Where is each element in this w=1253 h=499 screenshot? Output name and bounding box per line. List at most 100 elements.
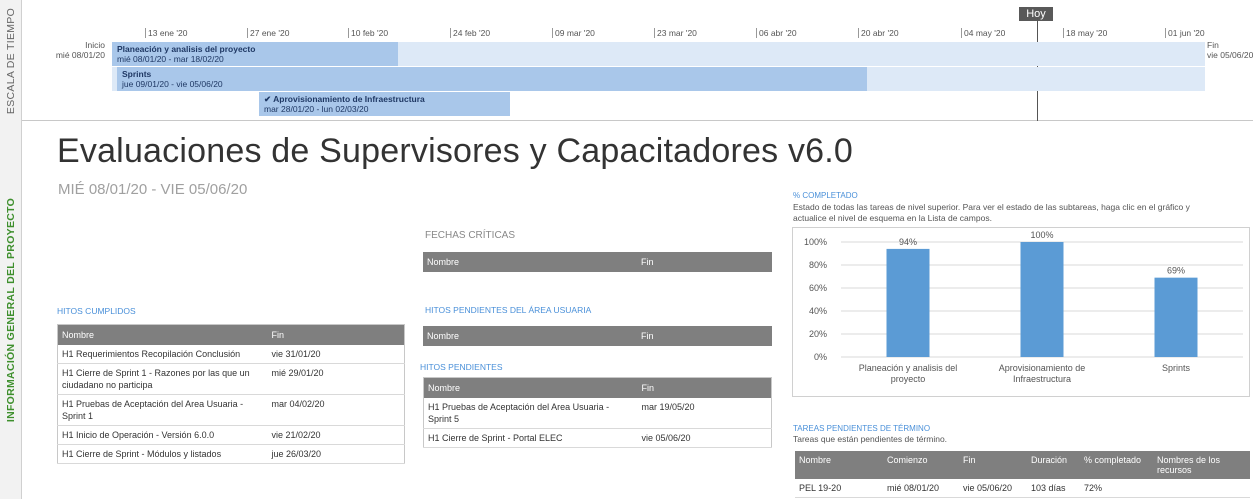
table-header-row: Nombre Comienzo Fin Duración % completad… [795, 451, 1250, 479]
column-header: Fin [637, 252, 772, 272]
table-row[interactable]: PEL 19-20 mié 08/01/20 vie 05/06/20 103 … [795, 479, 1250, 498]
timeline-tick: 24 feb '20 [450, 28, 490, 38]
chart-y-tick-label: 0% [814, 352, 827, 362]
cell-recursos [1153, 479, 1250, 498]
cell-nombre: H1 Cierre de Sprint - Portal ELEC [423, 428, 638, 448]
page-title: Evaluaciones de Supervisores y Capacitad… [57, 132, 854, 170]
hitos-pendientes-table: Nombre Fin H1 Pruebas de Aceptación del … [423, 377, 772, 448]
chart-bar [1020, 242, 1064, 357]
cell-nombre: H1 Inicio de Operación - Versión 6.0.0 [57, 425, 268, 445]
table-header-row: Nombre Fin [423, 326, 772, 346]
column-header: % completado [1080, 451, 1153, 479]
timeline-bar-title: ✔ Aprovisionamiento de Infraestructura [264, 94, 425, 104]
timeline-bar-planeacion[interactable]: Planeación y analisis del proyecto mié 0… [112, 42, 398, 66]
timeline-side-label: ESCALA DE TIEMPO [0, 0, 22, 121]
timeline-bar-dates: mié 08/01/20 - mar 18/02/20 [117, 54, 224, 64]
info-side-label-text: INFORMACIÓN GENERAL DEL PROYECTO [4, 197, 17, 423]
chart-bar [1154, 277, 1198, 357]
timeline-end: Fin vie 05/06/20 [1207, 40, 1253, 60]
table-row[interactable]: H1 Pruebas de Aceptación del Area Usuari… [423, 397, 772, 429]
hitos-area-usuaria-table: Nombre Fin [423, 326, 772, 346]
cell-nombre: H1 Cierre de Sprint 1 - Razones por las … [57, 363, 268, 395]
column-header: Comienzo [875, 451, 959, 479]
cell-nombre: PEL 19-20 [795, 479, 875, 498]
column-header: Nombres de los recursos [1153, 451, 1250, 479]
table-header-row: Nombre Fin [57, 324, 405, 345]
timeline-bar-title: Planeación y analisis del proyecto [117, 44, 256, 54]
cell-comienzo: mié 08/01/20 [875, 479, 959, 498]
tareas-pendientes-table: Nombre Comienzo Fin Duración % completad… [795, 451, 1250, 498]
chart-data-label: 94% [899, 237, 917, 247]
cell-fin: mar 04/02/20 [267, 394, 405, 426]
timeline-start-label: Inicio [85, 40, 105, 50]
timeline-tick: 04 may '20 [961, 28, 1005, 38]
cell-fin: vie 05/06/20 [959, 479, 1027, 498]
page-subtitle: MIÉ 08/01/20 - VIE 05/06/20 [58, 181, 248, 198]
table-row[interactable]: H1 Cierre de Sprint 1 - Razones por las … [57, 363, 405, 395]
timeline-tick: 01 jun '20 [1165, 28, 1205, 38]
chart-y-tick-label: 40% [809, 306, 827, 316]
chart-category-label: proyecto [891, 374, 926, 384]
timeline-bar-title: Sprints [122, 69, 152, 79]
info-side-label: INFORMACIÓN GENERAL DEL PROYECTO [0, 121, 22, 499]
completado-chart-svg: 0% 20% 40% 60% 80% 100% 94% Planeación y analis… [804, 230, 1243, 384]
column-header: Nombre [795, 451, 875, 479]
cell-completado: 72% [1080, 479, 1153, 498]
timeline-bar-aprovisionamiento[interactable]: ✔ Aprovisionamiento de Infraestructura m… [259, 92, 510, 116]
column-header: Nombre [423, 377, 638, 398]
column-header: Fin [267, 324, 405, 345]
cell-fin: vie 21/02/20 [267, 425, 405, 445]
hitos-cumplidos-table: Nombre Fin H1 Requerimientos Recopilació… [57, 324, 405, 464]
tareas-pendientes-description: Tareas que están pendientes de término. [793, 434, 948, 444]
completado-chart[interactable]: 0% 20% 40% 60% 80% 100% 94% Planeación y analis… [792, 227, 1250, 397]
chart-y-tick-label: 100% [804, 237, 827, 247]
completado-description: Estado de todas las tareas de nivel supe… [793, 202, 1190, 223]
timeline-end-date: vie 05/06/20 [1207, 50, 1253, 60]
timeline-band: ESCALA DE TIEMPO Hoy 13 ene '20 27 ene '… [0, 0, 1253, 121]
cell-duracion: 103 días [1027, 479, 1080, 498]
timeline-bar-dates: jue 09/01/20 - vie 05/06/20 [122, 79, 223, 89]
column-header: Nombre [423, 326, 637, 346]
completado-heading: % COMPLETADO [793, 191, 858, 200]
cell-fin: vie 31/01/20 [267, 344, 405, 364]
table-row[interactable]: H1 Cierre de Sprint - Portal ELEC vie 05… [423, 428, 772, 448]
timeline-tick: 13 ene '20 [145, 28, 187, 38]
chart-data-label: 100% [1030, 230, 1053, 240]
timeline-tick: 27 ene '20 [247, 28, 289, 38]
cell-fin: mar 19/05/20 [637, 397, 772, 429]
table-row[interactable]: H1 Pruebas de Aceptación del Area Usuari… [57, 394, 405, 426]
table-row[interactable]: H1 Inicio de Operación - Versión 6.0.0 v… [57, 425, 405, 445]
cell-nombre: H1 Requerimientos Recopilación Conclusió… [57, 344, 268, 364]
cell-nombre: H1 Pruebas de Aceptación del Area Usuari… [423, 397, 638, 429]
timeline-tick: 23 mar '20 [654, 28, 697, 38]
tareas-pendientes-heading: TAREAS PENDIENTES DE TÉRMINO [793, 424, 931, 433]
hitos-area-usuaria-heading: HITOS PENDIENTES DEL ÁREA USUARIA [425, 305, 592, 315]
timeline-bar-sprints[interactable]: Sprints jue 09/01/20 - vie 05/06/20 [117, 67, 867, 91]
chart-category-label: Sprints [1162, 363, 1191, 373]
timeline-end-label: Fin [1207, 40, 1219, 50]
cell-fin: vie 05/06/20 [637, 428, 772, 448]
table-header-row: Nombre Fin [423, 252, 772, 272]
timeline-side-label-text: ESCALA DE TIEMPO [4, 7, 17, 114]
fechas-criticas-table: Nombre Fin [423, 252, 772, 272]
cell-fin: jue 26/03/20 [267, 444, 405, 464]
column-header: Fin [959, 451, 1027, 479]
table-row[interactable]: H1 Requerimientos Recopilación Conclusió… [57, 344, 405, 364]
column-header: Duración [1027, 451, 1080, 479]
cell-nombre: H1 Pruebas de Aceptación del Area Usuari… [57, 394, 268, 426]
timeline-tick: 06 abr '20 [756, 28, 797, 38]
table-row[interactable]: H1 Cierre de Sprint - Módulos y listados… [57, 444, 405, 464]
timeline-start: Inicio mié 08/01/20 [50, 40, 105, 60]
chart-y-tick-label: 80% [809, 260, 827, 270]
timeline-bar-dates: mar 28/01/20 - lun 02/03/20 [264, 104, 369, 114]
column-header: Nombre [423, 252, 637, 272]
today-badge: Hoy [1019, 7, 1053, 21]
cell-fin: mié 29/01/20 [267, 363, 405, 395]
timeline-tick: 10 feb '20 [348, 28, 388, 38]
fechas-criticas-heading: FECHAS CRÍTICAS [425, 230, 516, 241]
timeline-tick: 18 may '20 [1063, 28, 1107, 38]
chart-bar [886, 248, 930, 357]
chart-category-label: Infraestructura [1013, 374, 1071, 384]
chart-data-label: 69% [1167, 266, 1185, 276]
timeline-tick: 09 mar '20 [552, 28, 595, 38]
